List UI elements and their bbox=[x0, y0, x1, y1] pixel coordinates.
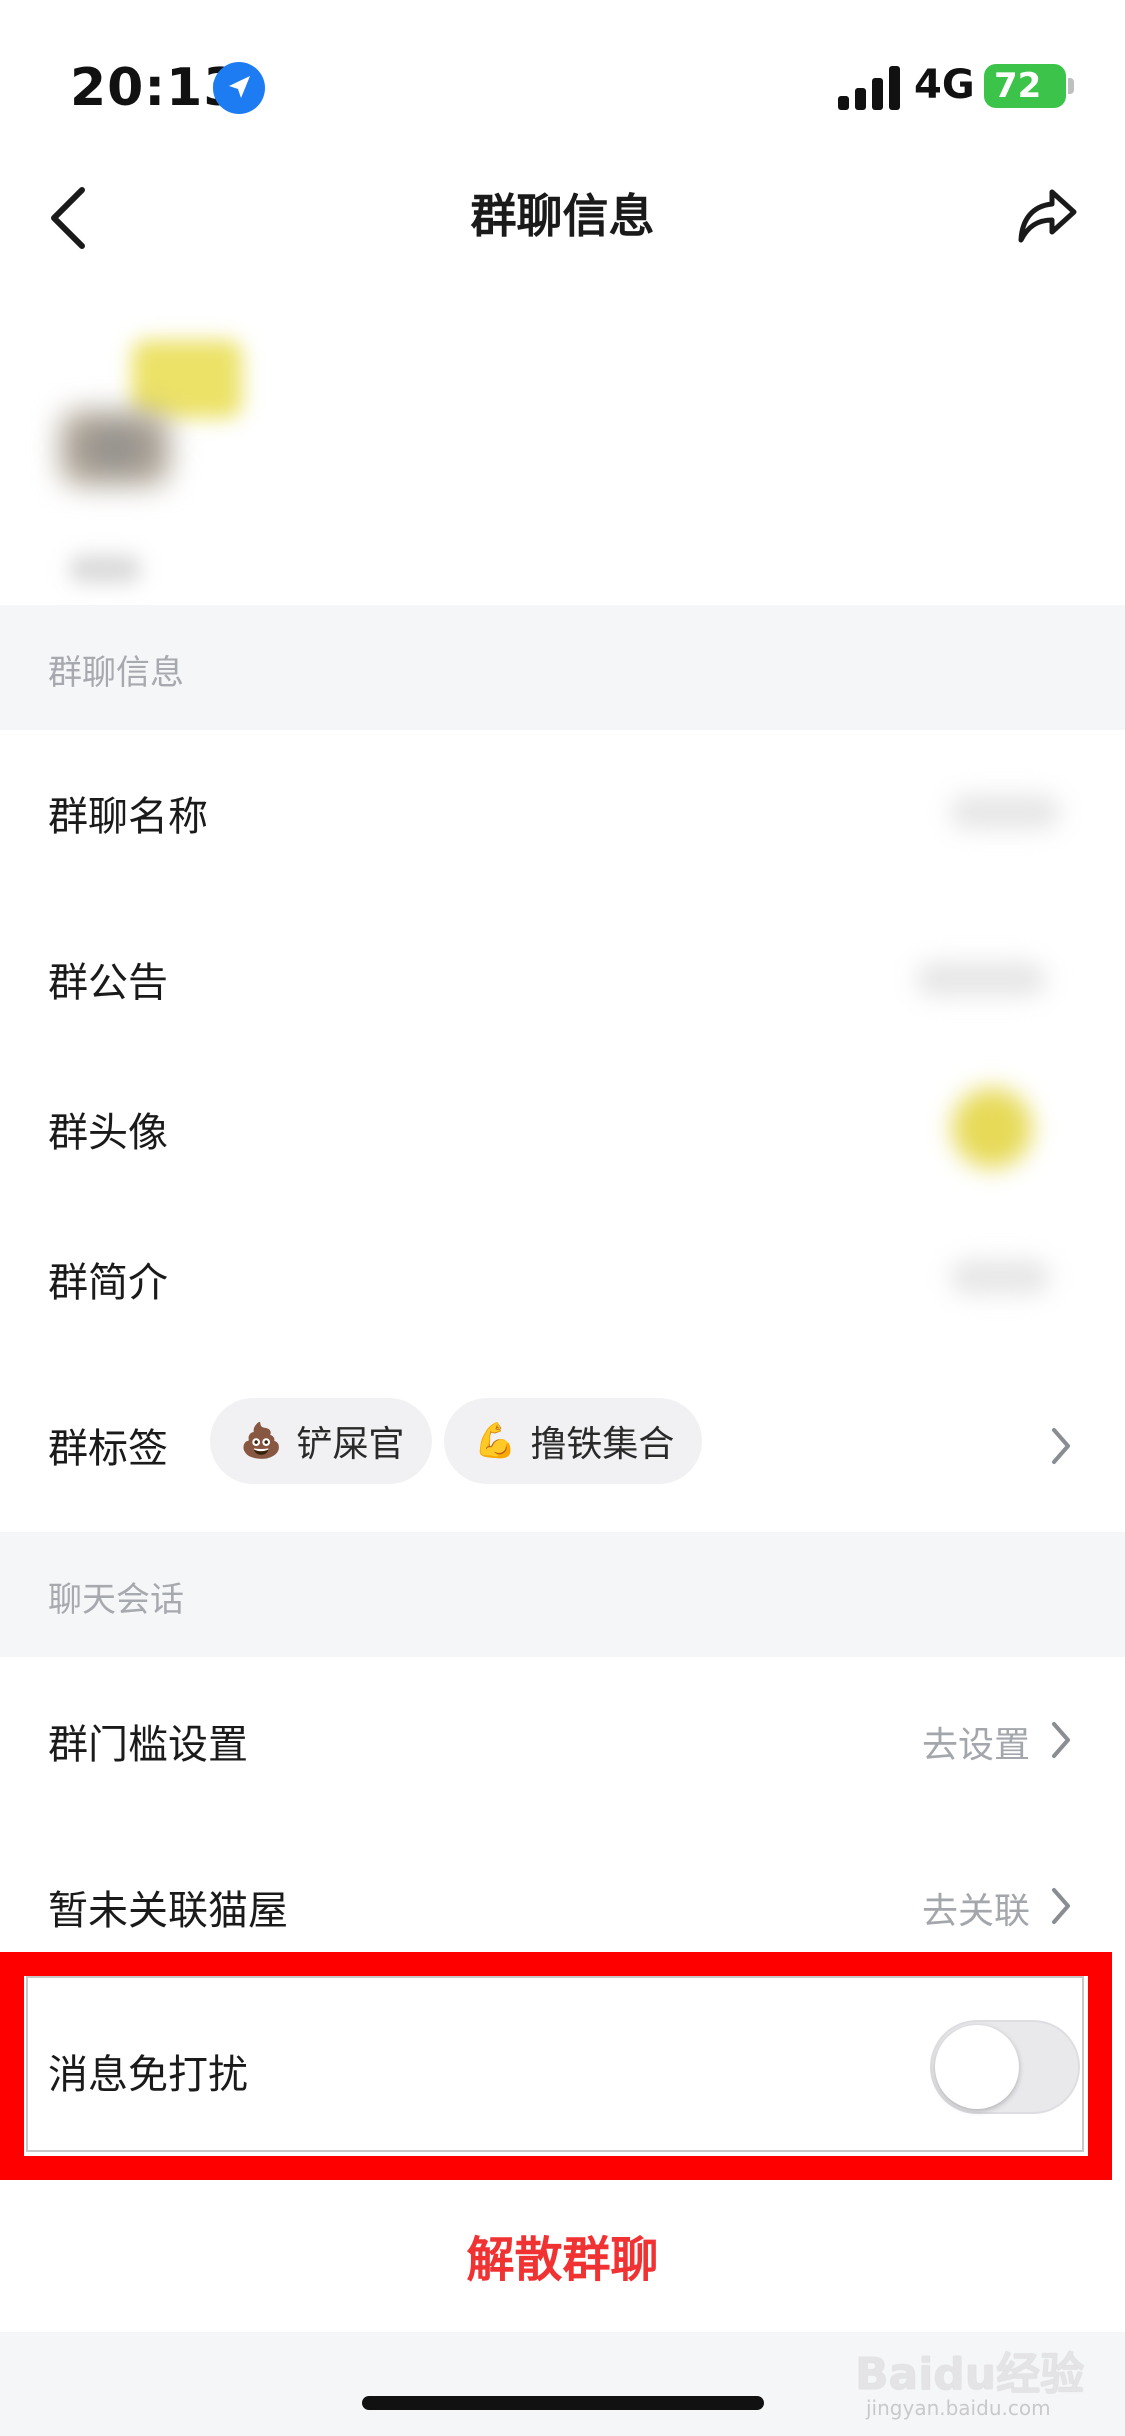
location-arrow-icon bbox=[213, 62, 265, 114]
row-label-group-name: 群聊名称 bbox=[48, 794, 208, 840]
group-name-value bbox=[950, 795, 1060, 829]
tag-chip[interactable]: 💩 铲屎官 bbox=[210, 1398, 432, 1484]
chevron-right-icon bbox=[1052, 1888, 1070, 1924]
avatar-badge-blur bbox=[132, 340, 242, 418]
row-label-cat-house: 暂未关联猫屋 bbox=[48, 1888, 288, 1934]
chevron-right-icon bbox=[1052, 1722, 1070, 1758]
row-label-intro: 群简介 bbox=[48, 1260, 168, 1306]
mute-toggle-knob[interactable] bbox=[935, 2025, 1019, 2109]
tag-emoji: 💪 bbox=[474, 1421, 517, 1461]
disband-group-button[interactable]: 解散群聊 bbox=[0, 2220, 1125, 2290]
home-indicator[interactable] bbox=[362, 2396, 764, 2410]
battery-level: 72 bbox=[994, 66, 1042, 106]
section-label-group-info: 群聊信息 bbox=[48, 653, 184, 693]
tag-label: 撸铁集合 bbox=[530, 1424, 675, 1465]
threshold-action: 去设置 bbox=[922, 1725, 1031, 1766]
cellular-signal-icon bbox=[838, 66, 900, 110]
watermark-url: jingyan.baidu.com bbox=[866, 2396, 1051, 2420]
page-title: 群聊信息 bbox=[470, 189, 655, 243]
member-avatar[interactable] bbox=[60, 410, 170, 486]
member-name-blur bbox=[70, 555, 140, 583]
row-label-mute: 消息免打扰 bbox=[48, 2052, 248, 2098]
section-label-chat: 聊天会话 bbox=[48, 1580, 184, 1620]
row-label-threshold: 群门槛设置 bbox=[48, 1722, 248, 1768]
watermark-brand: Baidu经验 bbox=[855, 2349, 1085, 2400]
battery-cap bbox=[1068, 78, 1074, 94]
row-label-announcement: 群公告 bbox=[48, 960, 168, 1006]
tag-emoji: 💩 bbox=[240, 1421, 283, 1461]
tag-label: 铲屎官 bbox=[296, 1424, 405, 1465]
group-avatar-thumbnail bbox=[952, 1088, 1032, 1168]
cat-house-action: 去关联 bbox=[922, 1891, 1031, 1932]
share-icon[interactable] bbox=[1016, 186, 1078, 246]
chevron-right-icon bbox=[1052, 1428, 1070, 1464]
intro-value bbox=[950, 1260, 1050, 1294]
row-label-tags: 群标签 bbox=[48, 1426, 168, 1472]
network-type: 4G bbox=[914, 62, 975, 108]
tag-chip[interactable]: 💪 撸铁集合 bbox=[444, 1398, 702, 1484]
row-label-avatar: 群头像 bbox=[48, 1110, 168, 1156]
announcement-value bbox=[916, 962, 1046, 996]
